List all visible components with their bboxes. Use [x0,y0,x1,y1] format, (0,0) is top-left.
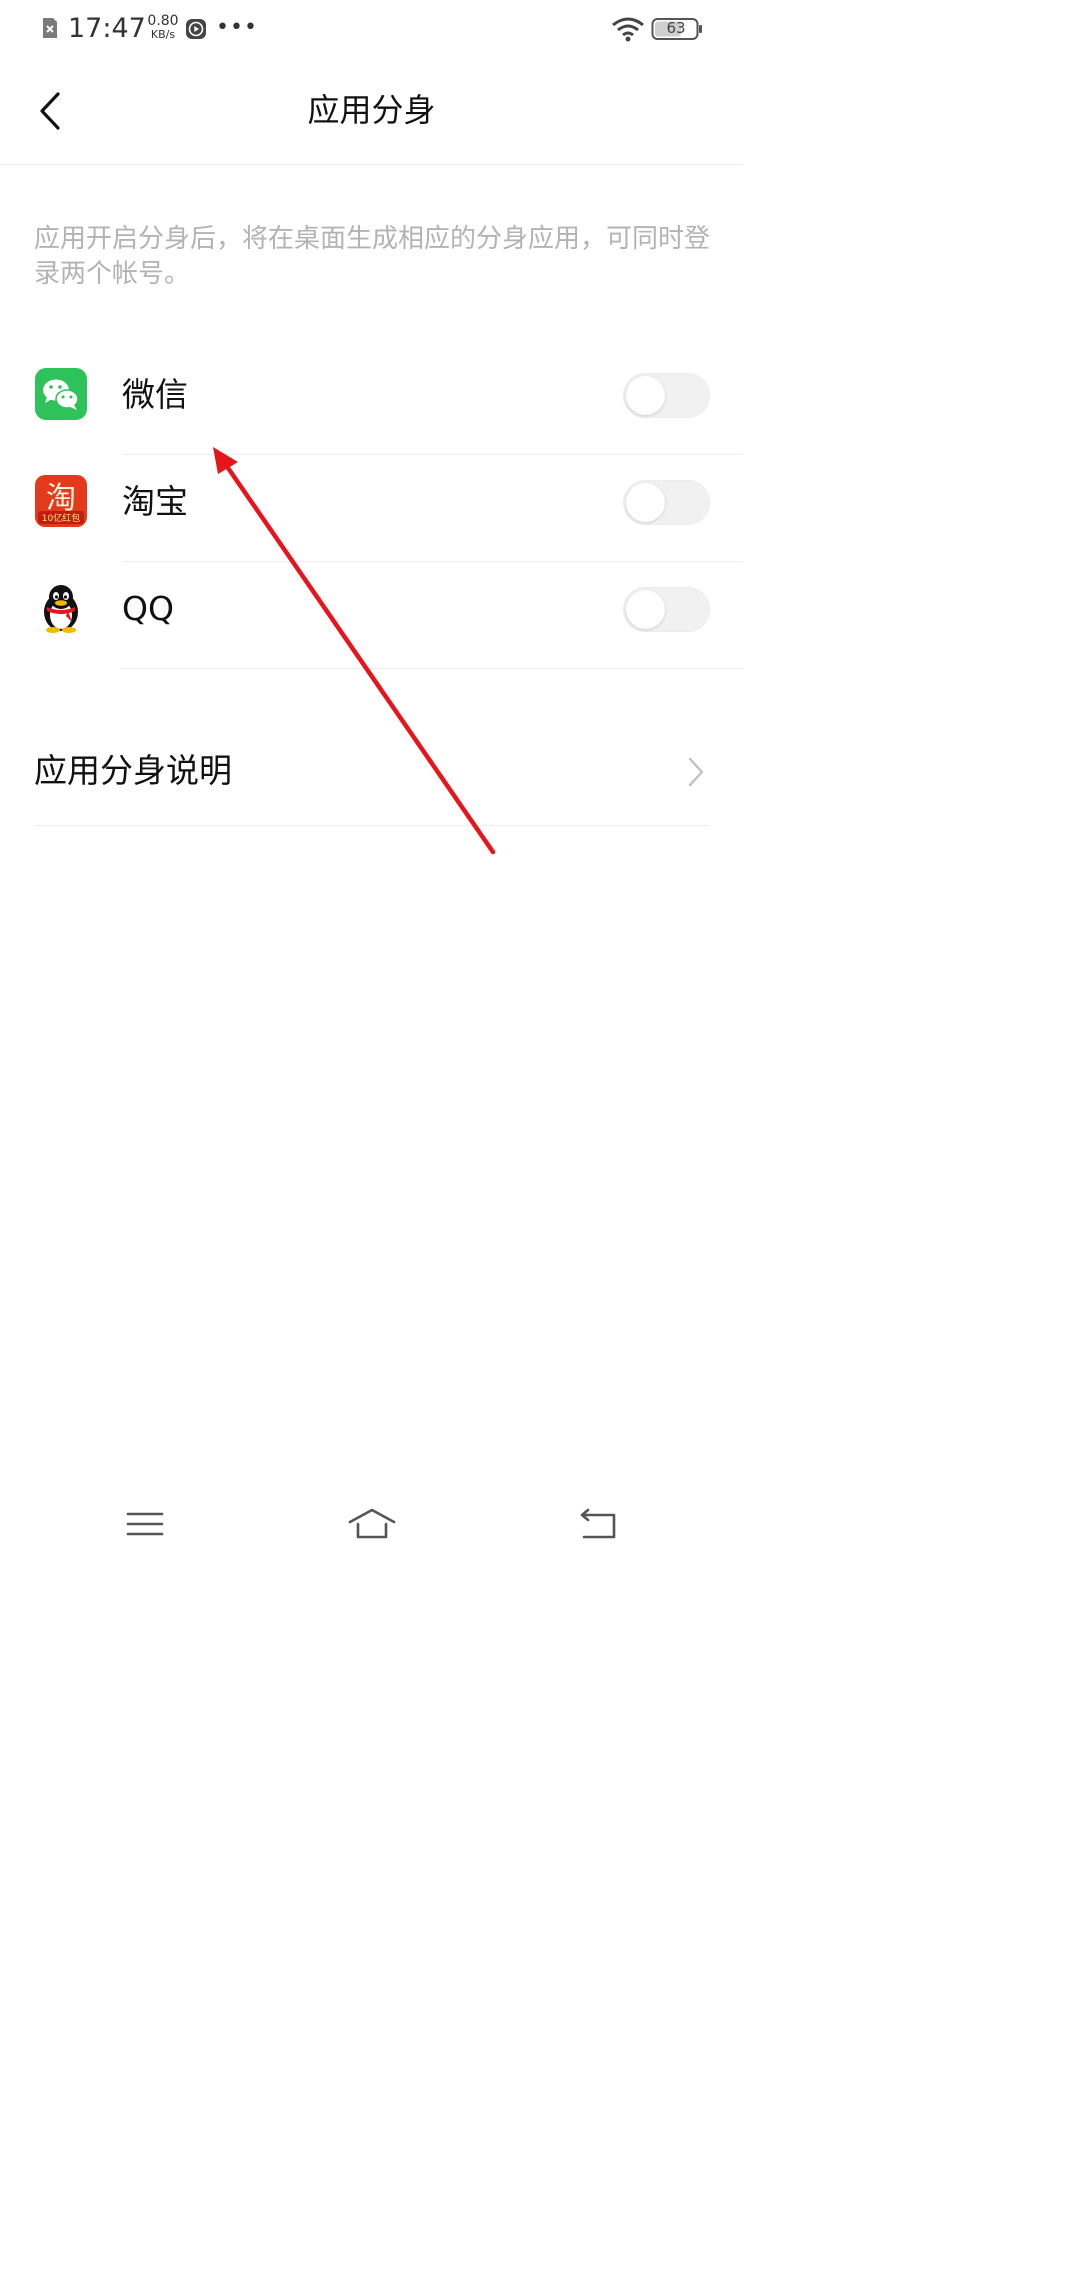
page-title: 应用分身 [307,91,436,129]
network-speed-unit: KB/s [150,28,176,41]
more-notifications: ••• [216,15,258,40]
clone-explanation-label: 应用分身说明 [34,751,232,790]
network-speed-value: 0.80 [147,13,179,29]
navigation-bar [0,1480,743,1568]
home-icon[interactable] [346,1502,398,1546]
status-time: 17:47 [68,13,146,44]
chevron-right-icon [688,757,704,787]
app-row-qq: QQ [0,562,743,669]
clone-toggle-qq[interactable] [623,587,710,632]
wifi-icon [612,17,644,42]
screen: 17:47 0.80 KB/s ••• 63 应用分身 应用开启分身后，将在桌面… [0,0,743,1568]
app-name-taobao: 淘宝 [122,482,188,521]
toggle-knob [626,376,665,415]
battery-level: 63 [666,19,686,37]
clone-toggle-taobao[interactable] [623,480,710,525]
qq-penguin-icon [44,585,78,633]
status-bar: 17:47 0.80 KB/s ••• 63 [0,0,743,58]
app-name-qq: QQ [122,589,174,628]
title-bar: 应用分身 [0,58,743,165]
sim-off-icon [43,18,57,38]
menu-icon[interactable] [119,1502,171,1546]
taobao-icon-glyph: 淘 [46,481,76,516]
clone-description: 应用开启分身后，将在桌面生成相应的分身应用，可同时登录两个帐号。 [34,224,711,289]
clone-explanation-row[interactable]: 应用分身说明 [34,718,710,826]
toggle-knob [626,483,665,522]
toggle-knob [626,590,665,629]
app-row-taobao: 淘 10亿红包 淘宝 [0,455,743,562]
app-name-wechat: 微信 [122,375,188,414]
taobao-icon: 淘 10亿红包 [35,475,87,527]
app-row-wechat: 微信 [0,348,743,455]
wechat-icon [35,368,87,420]
clone-toggle-wechat[interactable] [623,373,710,418]
media-play-icon [186,19,206,39]
network-speed: 0.80 KB/s [143,14,183,41]
back-icon[interactable] [574,1502,626,1546]
taobao-icon-caption: 10亿红包 [42,512,80,524]
divider [122,668,743,669]
